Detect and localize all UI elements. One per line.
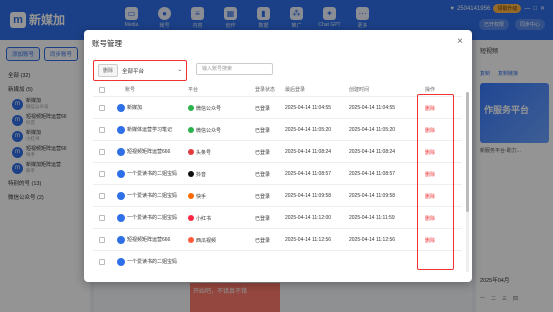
row-checkbox[interactable] xyxy=(99,171,105,177)
account-name: 一个爱读书的二姐宝妈 xyxy=(127,215,178,221)
dialog-title: 账号管理 xyxy=(92,39,122,48)
account-name: 一个爱读书的二姐宝妈 xyxy=(127,193,178,199)
avatar xyxy=(117,170,125,178)
account-manager-dialog: 账号管理 × 删除 全部平台 ⌄ 输入账号搜索 账号 平台 登录状态 最后登录 … xyxy=(84,30,472,282)
platform-name: 微信公众号 xyxy=(196,127,222,134)
account-search-input[interactable]: 输入账号搜索 xyxy=(196,63,273,75)
close-icon[interactable]: × xyxy=(457,36,463,47)
row-checkbox[interactable] xyxy=(99,127,105,133)
created-time: 2025-04-14 11:04:55 xyxy=(349,105,396,111)
login-status: 已登录 xyxy=(255,237,271,244)
created-time: 2025-04-14 11:08:24 xyxy=(349,149,396,155)
avatar xyxy=(117,236,125,244)
xiaohongshu-icon xyxy=(188,215,194,221)
account-name: 一个爱读书的二姐宝妈 xyxy=(127,171,178,177)
avatar xyxy=(117,104,125,112)
created-time: 2025-04-14 11:09:58 xyxy=(349,193,396,199)
douyin-icon xyxy=(188,171,194,177)
created-time: 2025-04-14 11:08:57 xyxy=(349,171,396,177)
last-login-time: 2025-04-14 11:09:58 xyxy=(285,193,332,199)
avatar xyxy=(117,148,125,156)
avatar xyxy=(117,258,125,266)
last-login-time: 2025-04-14 11:08:24 xyxy=(285,149,332,155)
col-account: 账号 xyxy=(125,87,136,93)
row-checkbox[interactable] xyxy=(99,259,105,265)
last-login-time: 2025-04-14 11:08:57 xyxy=(285,171,332,177)
platform-name: 抖音 xyxy=(196,171,207,178)
last-login-time: 2025-04-14 11:12:00 xyxy=(285,215,332,221)
row-checkbox[interactable] xyxy=(99,149,105,155)
platform-name: 头条号 xyxy=(196,149,212,156)
table-row: 新媒体运营学习笔记 微信公众号 已登录 2025-04-14 11:05:20 … xyxy=(93,118,462,140)
table-row: 一个爱读书的二姐宝妈 抖音 已登录 2025-04-14 11:08:57 20… xyxy=(93,162,462,184)
last-login-time: 2025-04-14 11:05:20 xyxy=(285,127,332,133)
last-login-time: 2025-04-14 11:12:56 xyxy=(285,237,332,243)
platform-select-value: 全部平台 xyxy=(122,68,145,75)
account-name: 一个爱读书的二姐宝妈 xyxy=(127,259,178,265)
col-status: 登录状态 xyxy=(255,87,276,93)
col-action: 操作 xyxy=(425,87,436,93)
chevron-down-icon: ⌄ xyxy=(177,66,182,73)
table-row: 一个爱读书的二姐宝妈 小红书 已登录 2025-04-14 11:12:00 2… xyxy=(93,206,462,228)
col-last-login: 最后登录 xyxy=(285,87,306,93)
row-checkbox[interactable] xyxy=(99,193,105,199)
table-scrollbar[interactable] xyxy=(466,92,469,272)
last-login-time: 2025-04-14 11:04:55 xyxy=(285,105,332,111)
table-row: 短视频矩阵运营666 西瓜视频 已登录 2025-04-14 11:12:56 … xyxy=(93,228,462,250)
login-status: 已登录 xyxy=(255,193,271,200)
select-all-checkbox[interactable] xyxy=(99,87,105,93)
created-time: 2025-04-14 11:11:59 xyxy=(349,215,395,221)
account-name: 短视频矩阵运营666 xyxy=(127,237,171,243)
table-row: 新媒加 微信公众号 已登录 2025-04-14 11:04:55 2025-0… xyxy=(93,96,462,118)
row-checkbox[interactable] xyxy=(99,237,105,243)
kuaishou-icon xyxy=(188,193,194,199)
avatar xyxy=(117,214,125,222)
login-status: 已登录 xyxy=(255,127,271,134)
account-name: 新媒体运营学习笔记 xyxy=(127,127,173,133)
scroll-thumb[interactable] xyxy=(466,92,469,212)
col-created: 创建时间 xyxy=(349,87,370,93)
wechat-icon xyxy=(188,127,194,133)
table-row: 短视频矩阵运营666 头条号 已登录 2025-04-14 11:08:24 2… xyxy=(93,140,462,162)
table-header: 账号 平台 登录状态 最后登录 创建时间 操作 xyxy=(93,86,462,95)
bulk-delete-button[interactable]: 删除 xyxy=(98,64,119,77)
wechat-icon xyxy=(188,105,194,111)
avatar xyxy=(117,192,125,200)
col-platform: 平台 xyxy=(188,87,199,93)
row-checkbox[interactable] xyxy=(99,105,105,111)
platform-name: 西瓜视频 xyxy=(196,237,217,244)
created-time: 2025-04-14 11:05:20 xyxy=(349,127,396,133)
xigua-icon xyxy=(188,237,194,243)
table-row: 一个爱读书的二姐宝妈 xyxy=(93,250,462,272)
login-status: 已登录 xyxy=(255,105,271,112)
action-column-highlight xyxy=(417,94,454,270)
created-time: 2025-04-14 11:12:56 xyxy=(349,237,396,243)
account-name: 短视频矩阵运营666 xyxy=(127,149,171,155)
toutiao-icon xyxy=(188,149,194,155)
platform-name: 快手 xyxy=(196,193,207,200)
login-status: 已登录 xyxy=(255,149,271,156)
platform-name: 微信公众号 xyxy=(196,105,222,112)
login-status: 已登录 xyxy=(255,171,271,178)
platform-name: 小红书 xyxy=(196,215,212,222)
login-status: 已登录 xyxy=(255,215,271,222)
filter-bar: 删除 全部平台 ⌄ xyxy=(93,60,187,81)
account-name: 新媒加 xyxy=(127,105,143,111)
table-row: 一个爱读书的二姐宝妈 快手 已登录 2025-04-14 11:09:58 20… xyxy=(93,184,462,206)
row-checkbox[interactable] xyxy=(99,215,105,221)
avatar xyxy=(117,126,125,134)
platform-select[interactable]: 全部平台 ⌄ xyxy=(122,67,182,75)
